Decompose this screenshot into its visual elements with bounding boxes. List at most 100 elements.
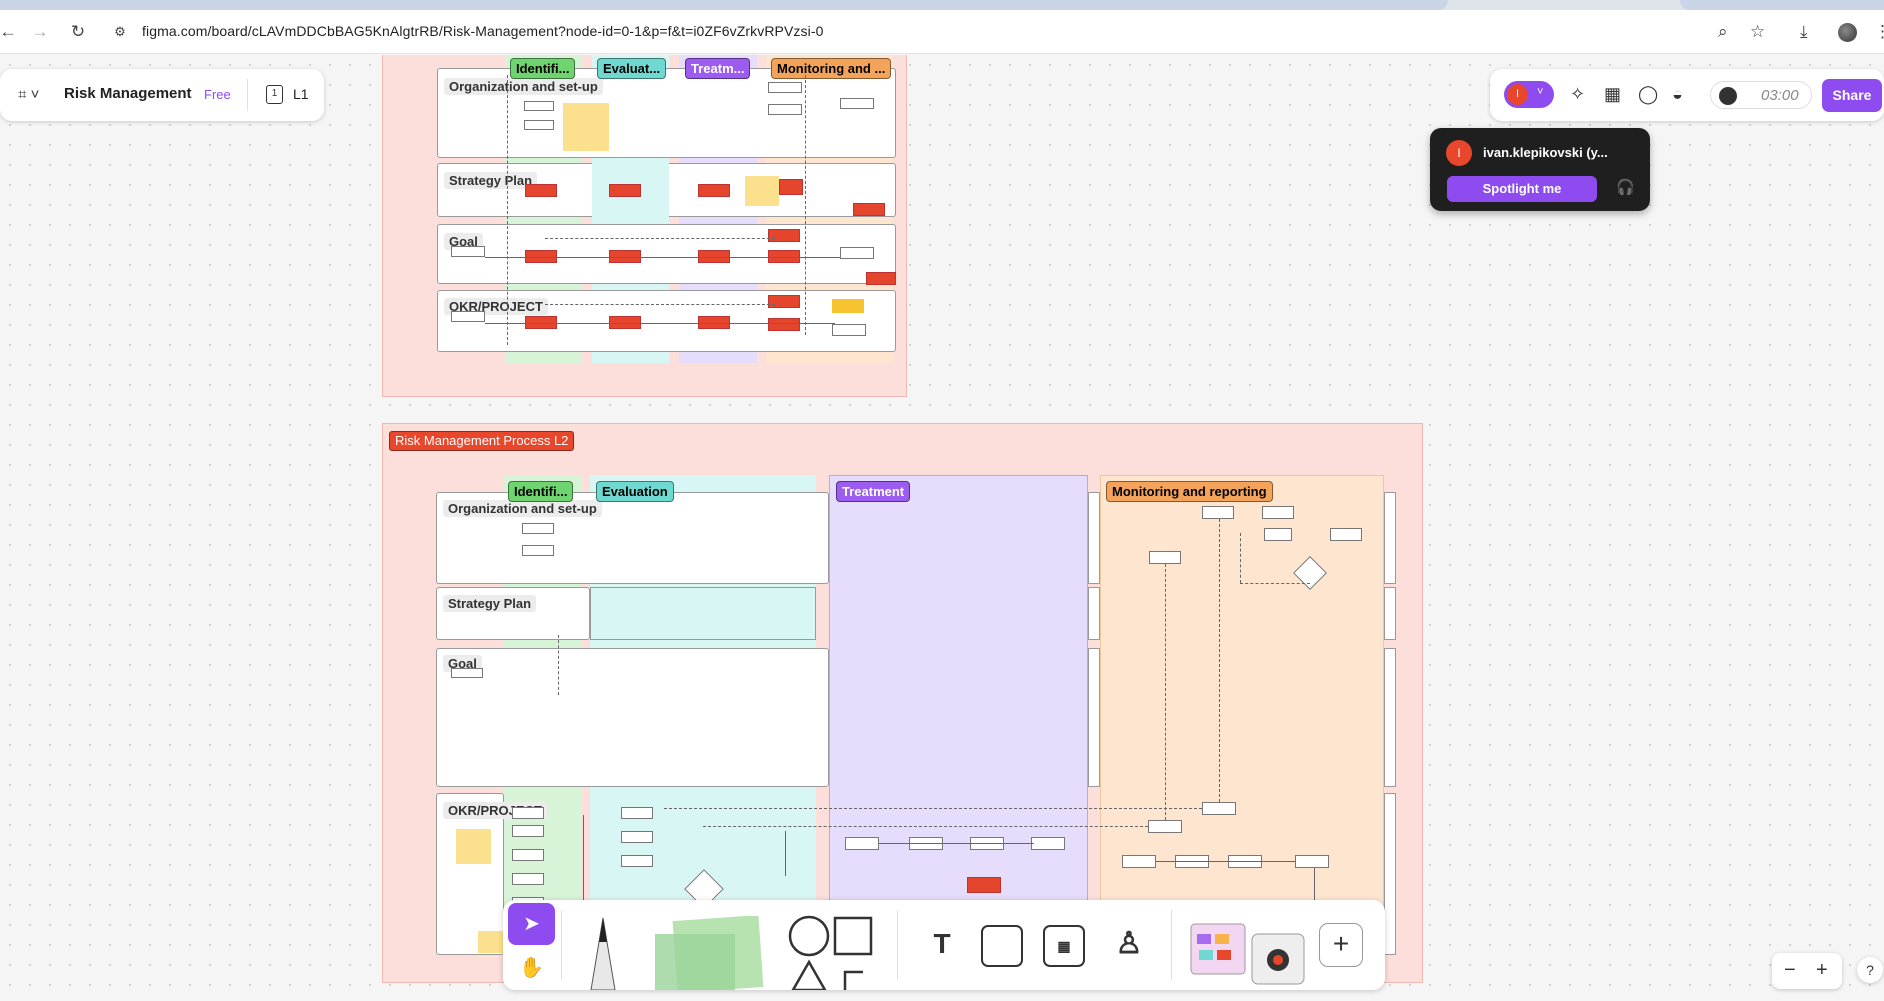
browser-menu-icon[interactable]: ⋮ <box>1874 21 1884 43</box>
flow-box[interactable] <box>512 873 544 885</box>
figjam-menu-icon[interactable]: ⌗ ˅ <box>18 86 39 103</box>
share-button[interactable]: Share <box>1822 79 1882 112</box>
tag-monitoring[interactable]: Monitoring and reporting <box>1106 481 1273 502</box>
tag-treatment[interactable]: Treatm... <box>685 58 751 79</box>
flow-box[interactable] <box>1031 837 1065 850</box>
divider <box>561 910 562 980</box>
sticky-note[interactable] <box>563 103 609 151</box>
sticky-note-tool-icon[interactable] <box>651 916 769 990</box>
flow-box[interactable] <box>524 101 554 111</box>
help-button[interactable]: ? <box>1857 957 1883 983</box>
flow-box[interactable] <box>451 246 485 257</box>
url-text[interactable]: figma.com/board/cLAVmDDCbBAG5KnAlgtrRB/R… <box>142 23 824 39</box>
flow-box[interactable] <box>522 545 554 556</box>
flow-box-red[interactable] <box>779 179 803 195</box>
text-tool-button[interactable]: T <box>918 922 966 970</box>
flow-box[interactable] <box>768 82 802 93</box>
flow-box-red[interactable] <box>525 184 557 197</box>
flow-box[interactable] <box>1149 551 1181 564</box>
flow-box[interactable] <box>1295 855 1329 868</box>
tag-treatment[interactable]: Treatment <box>836 481 911 502</box>
multiplayer-user-pill[interactable]: I ˅ <box>1504 81 1554 108</box>
zoom-in-button[interactable]: + <box>1816 959 1828 982</box>
flow-box[interactable] <box>621 807 653 819</box>
flow-box-red[interactable] <box>853 203 885 216</box>
templates-widget-icon[interactable] <box>1189 920 1249 978</box>
section-title-l2[interactable]: Risk Management Process L2 <box>389 431 575 451</box>
zoom-out-button[interactable]: − <box>1784 959 1796 982</box>
lane-stub <box>1384 648 1396 787</box>
spotlight-me-button[interactable]: Spotlight me <box>1447 176 1597 202</box>
lane-goal[interactable] <box>437 224 896 284</box>
site-settings-icon[interactable]: ⚙ <box>110 22 130 42</box>
flow-box[interactable] <box>832 324 866 336</box>
stamp-tool-button[interactable]: ♙ <box>1105 922 1153 970</box>
flow-box[interactable] <box>512 807 544 819</box>
flow-box[interactable] <box>1330 528 1362 541</box>
browser-profile-avatar[interactable] <box>1838 23 1857 42</box>
flow-box[interactable] <box>621 855 653 867</box>
back-icon[interactable]: ← <box>0 22 18 42</box>
flow-box[interactable] <box>451 668 483 678</box>
download-icon[interactable]: ⤓ <box>1800 21 1808 43</box>
flow-box[interactable] <box>524 120 554 130</box>
bookmark-star-icon[interactable]: ☆ <box>1750 21 1765 43</box>
flow-box[interactable] <box>522 523 554 534</box>
flow-box-red[interactable] <box>609 184 641 197</box>
flow-box-red[interactable] <box>698 184 730 197</box>
headphones-icon[interactable]: 🎧 <box>1616 178 1635 196</box>
tag-identify[interactable]: Identifi... <box>508 481 574 502</box>
forward-icon[interactable]: → <box>30 22 50 42</box>
flow-box-red[interactable] <box>768 229 800 242</box>
reload-icon[interactable]: ↻ <box>68 22 88 42</box>
sticky-note[interactable] <box>745 176 779 206</box>
shapes-tool-icon[interactable] <box>785 914 881 990</box>
layout-icon[interactable]: ▦ <box>1604 83 1621 105</box>
flow-box[interactable] <box>1202 802 1236 815</box>
hat-icon[interactable]: ◒ <box>1672 83 1683 105</box>
select-tool-button[interactable]: ➤ <box>508 903 555 945</box>
flow-box-red[interactable] <box>768 295 800 308</box>
flow-box[interactable] <box>1262 506 1294 519</box>
tag-evaluate[interactable]: Evaluat... <box>597 58 667 79</box>
page-name[interactable]: L1 <box>293 86 309 102</box>
lane-goal[interactable] <box>436 648 829 787</box>
flow-box[interactable] <box>451 311 485 322</box>
flow-box[interactable] <box>1122 855 1156 868</box>
tag-evaluation[interactable]: Evaluation <box>596 481 674 502</box>
plan-badge[interactable]: Free <box>204 87 231 102</box>
hand-tool-button[interactable]: ✋ <box>508 948 555 988</box>
flow-box[interactable] <box>840 98 874 109</box>
sticky-note[interactable] <box>478 931 504 953</box>
flow-box[interactable] <box>845 837 879 850</box>
flow-box[interactable] <box>1264 528 1292 541</box>
ai-sparkle-icon[interactable]: ✧ <box>1570 83 1585 105</box>
comment-icon[interactable]: ◯ <box>1638 83 1658 105</box>
section-tool-button[interactable] <box>981 925 1023 967</box>
flow-box-red[interactable] <box>967 877 1001 893</box>
flow-box[interactable] <box>512 825 544 837</box>
tag-identify[interactable]: Identifi... <box>510 58 576 79</box>
flow-box[interactable] <box>512 849 544 861</box>
figjam-canvas[interactable]: Organization and set-up Strategy Plan Go… <box>0 55 1884 1001</box>
connector-line <box>545 238 775 239</box>
flow-box[interactable] <box>768 104 802 115</box>
file-name[interactable]: Risk Management <box>64 85 192 102</box>
sticky-note[interactable] <box>456 829 491 864</box>
flow-box[interactable] <box>621 831 653 843</box>
flow-box[interactable] <box>840 247 874 259</box>
flow-box[interactable] <box>1202 506 1234 519</box>
plugins-widget-icon[interactable] <box>1248 926 1308 986</box>
pen-tool-icon[interactable] <box>583 910 623 990</box>
sticky-note[interactable] <box>832 299 864 313</box>
flow-box-red[interactable] <box>866 272 896 285</box>
page-icon[interactable]: 1 <box>266 85 283 104</box>
more-tools-button[interactable]: + <box>1319 923 1363 967</box>
timer-widget[interactable]: 03:00 <box>1710 81 1812 109</box>
zoom-icon[interactable]: ⌕ <box>1718 21 1728 43</box>
tag-monitoring[interactable]: Monitoring and ... <box>771 58 892 79</box>
flow-box-red[interactable] <box>768 318 800 331</box>
divider <box>247 79 248 111</box>
table-tool-button[interactable]: ▦ <box>1043 925 1085 967</box>
flow-box[interactable] <box>1148 820 1182 833</box>
